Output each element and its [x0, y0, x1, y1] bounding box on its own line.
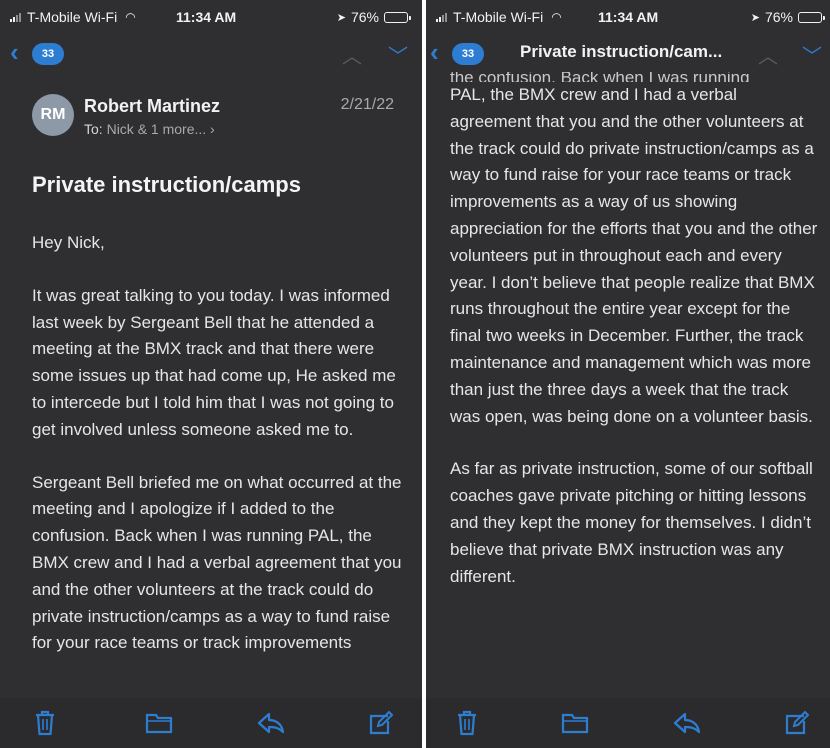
body-paragraph: As far as private instruction, some of o… — [450, 459, 813, 586]
compose-icon[interactable] — [782, 708, 812, 738]
body-paragraph: It was great talking to you today. I was… — [32, 285, 396, 439]
folder-icon[interactable] — [144, 708, 174, 738]
carrier-group: T-Mobile Wi-Fi ◠ — [10, 9, 136, 25]
location-icon: ➤ — [336, 11, 346, 24]
signal-icon — [436, 12, 447, 22]
signal-icon — [10, 12, 21, 22]
carrier-group: T-Mobile Wi-Fi ◠ — [436, 9, 562, 25]
battery-percent: 76% — [350, 9, 379, 25]
battery-percent: 76% — [764, 9, 793, 25]
battery-icon — [384, 11, 411, 23]
message-body-left: Hey Nick, It was great talking to you to… — [32, 230, 408, 683]
bottom-toolbar — [0, 698, 422, 748]
status-bar: T-Mobile Wi-Fi ◠ 11:34 AM ➤ 76% — [426, 0, 830, 34]
back-chevron-icon[interactable]: ‹ — [10, 39, 19, 65]
nav-bar: ‹ 33 Private instruction/cam... ︿ ﹀ — [426, 34, 830, 74]
status-bar: T-Mobile Wi-Fi ◠ 11:34 AM ➤ 76% — [0, 0, 422, 34]
to-label: To: — [84, 121, 103, 137]
wifi-icon: ◠ — [125, 10, 136, 24]
reply-icon[interactable] — [672, 708, 702, 738]
status-time: 11:34 AM — [598, 9, 659, 25]
status-time: 11:34 AM — [176, 9, 237, 25]
back-chevron-icon[interactable]: ‹ — [430, 39, 439, 65]
scroll-fade — [0, 678, 422, 698]
avatar[interactable]: RM — [32, 94, 74, 136]
nav-bar: ‹ 33 ︿ ﹀ — [0, 34, 422, 74]
carrier-name: T-Mobile Wi-Fi — [27, 9, 118, 25]
battery-group: ➤ 76% — [750, 9, 825, 25]
next-message-chevron-icon[interactable]: ﹀ — [802, 40, 822, 69]
clipped-line: the confusion. Back when I was running — [450, 72, 750, 82]
carrier-name: T-Mobile Wi-Fi — [453, 9, 544, 25]
compose-icon[interactable] — [366, 708, 396, 738]
nav-title: Private instruction/cam... — [520, 42, 723, 61]
back-count-badge[interactable]: 33 — [452, 43, 484, 65]
body-paragraph: Hey Nick, — [32, 233, 105, 252]
location-icon: ➤ — [750, 11, 760, 24]
back-count-badge[interactable]: 33 — [32, 43, 64, 65]
sender-name[interactable]: Robert Martinez — [84, 96, 220, 117]
message-date: 2/21/22 — [340, 96, 394, 113]
battery-group: ➤ 76% — [336, 9, 411, 25]
trash-icon[interactable] — [452, 708, 482, 738]
folder-icon[interactable] — [560, 708, 590, 738]
recipients-summary[interactable]: Nick & 1 more... › — [107, 121, 215, 137]
body-paragraph: PAL, the BMX crew and I had a verbal agr… — [450, 85, 818, 426]
message-body-right: the confusion. Back when I was running P… — [450, 72, 820, 616]
next-message-chevron-icon[interactable]: ﹀ — [388, 40, 408, 69]
wifi-icon: ◠ — [551, 10, 562, 24]
phone-screen-right: T-Mobile Wi-Fi ◠ 11:34 AM ➤ 76% ‹ 33 Pri… — [426, 0, 830, 748]
trash-icon[interactable] — [30, 708, 60, 738]
reply-icon[interactable] — [256, 708, 286, 738]
battery-icon — [798, 11, 825, 23]
bottom-toolbar — [426, 698, 830, 748]
body-paragraph: Sergeant Bell briefed me on what occurre… — [32, 472, 402, 653]
message-subject: Private instruction/camps — [32, 172, 301, 197]
recipients-line[interactable]: To: Nick & 1 more... › — [84, 121, 215, 137]
phone-screen-left: T-Mobile Wi-Fi ◠ 11:34 AM ➤ 76% ‹ 33 ︿ ﹀… — [0, 0, 422, 748]
previous-message-chevron-icon[interactable]: ︿ — [758, 40, 778, 69]
previous-message-chevron-icon[interactable]: ︿ — [342, 40, 362, 69]
